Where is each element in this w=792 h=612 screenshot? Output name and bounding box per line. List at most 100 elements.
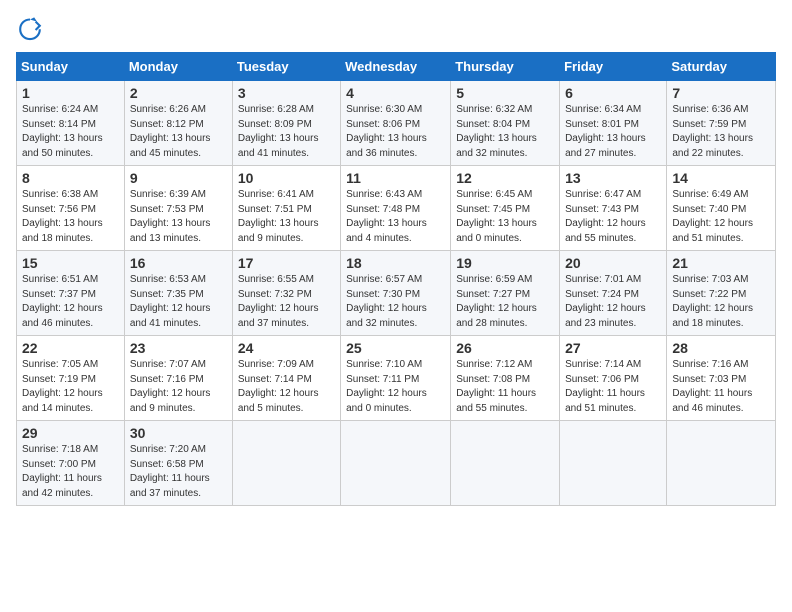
day-number: 23 [130,340,227,356]
day-number: 9 [130,170,227,186]
day-cell: 6 Sunrise: 6:34 AM Sunset: 8:01 PM Daylig… [560,81,667,166]
week-row-4: 22 Sunrise: 7:05 AM Sunset: 7:19 PM Dayli… [17,336,776,421]
day-cell [667,421,776,506]
day-info: Sunrise: 6:28 AM Sunset: 8:09 PM Dayligh… [238,103,335,161]
page-header [16,16,776,44]
day-cell: 25 Sunrise: 7:10 AM Sunset: 7:11 PM Dayli… [341,336,451,421]
day-cell: 30 Sunrise: 7:20 AM Sunset: 6:58 PM Dayli… [124,421,232,506]
day-info: Sunrise: 7:12 AM Sunset: 7:08 PM Dayligh… [456,358,554,416]
day-cell: 16 Sunrise: 6:53 AM Sunset: 7:35 PM Dayli… [124,251,232,336]
day-info: Sunrise: 6:47 AM Sunset: 7:43 PM Dayligh… [565,188,661,246]
week-row-3: 15 Sunrise: 6:51 AM Sunset: 7:37 PM Dayli… [17,251,776,336]
day-cell [232,421,340,506]
day-number: 5 [456,85,554,101]
day-number: 6 [565,85,661,101]
day-cell: 10 Sunrise: 6:41 AM Sunset: 7:51 PM Dayli… [232,166,340,251]
day-cell: 4Sunrise: 6:30 AM Sunset: 8:06 PM Daylig… [341,81,451,166]
header-cell-thursday: Thursday [451,53,560,81]
calendar-table: SundayMondayTuesdayWednesdayThursdayFrid… [16,52,776,506]
day-cell: 18 Sunrise: 6:57 AM Sunset: 7:30 PM Dayli… [341,251,451,336]
day-cell: 26 Sunrise: 7:12 AM Sunset: 7:08 PM Dayli… [451,336,560,421]
day-info: Sunrise: 7:03 AM Sunset: 7:22 PM Dayligh… [672,273,770,331]
day-info: Sunrise: 7:07 AM Sunset: 7:16 PM Dayligh… [130,358,227,416]
day-cell: 12 Sunrise: 6:45 AM Sunset: 7:45 PM Dayli… [451,166,560,251]
day-number: 24 [238,340,335,356]
header-cell-saturday: Saturday [667,53,776,81]
header-cell-monday: Monday [124,53,232,81]
day-cell: 21 Sunrise: 7:03 AM Sunset: 7:22 PM Dayli… [667,251,776,336]
day-number: 17 [238,255,335,271]
day-info: Sunrise: 7:10 AM Sunset: 7:11 PM Dayligh… [346,358,445,416]
day-info: Sunrise: 6:34 AM Sunset: 8:01 PM Dayligh… [565,103,661,161]
day-info: Sunrise: 6:55 AM Sunset: 7:32 PM Dayligh… [238,273,335,331]
day-number: 25 [346,340,445,356]
week-row-5: 29 Sunrise: 7:18 AM Sunset: 7:00 PM Dayli… [17,421,776,506]
day-info: Sunrise: 6:39 AM Sunset: 7:53 PM Dayligh… [130,188,227,246]
day-number: 30 [130,425,227,441]
day-number: 2 [130,85,227,101]
logo [16,16,48,44]
day-number: 16 [130,255,227,271]
day-cell [560,421,667,506]
day-cell: 3Sunrise: 6:28 AM Sunset: 8:09 PM Daylig… [232,81,340,166]
day-number: 10 [238,170,335,186]
day-info: Sunrise: 6:41 AM Sunset: 7:51 PM Dayligh… [238,188,335,246]
day-cell: 17 Sunrise: 6:55 AM Sunset: 7:32 PM Dayli… [232,251,340,336]
day-cell: 13 Sunrise: 6:47 AM Sunset: 7:43 PM Dayli… [560,166,667,251]
logo-icon [16,16,44,44]
day-info: Sunrise: 6:51 AM Sunset: 7:37 PM Dayligh… [22,273,119,331]
day-cell: 5Sunrise: 6:32 AM Sunset: 8:04 PM Daylig… [451,81,560,166]
day-cell: 8 Sunrise: 6:38 AM Sunset: 7:56 PM Daylig… [17,166,125,251]
day-info: Sunrise: 6:30 AM Sunset: 8:06 PM Dayligh… [346,103,445,161]
day-cell: 19Sunrise: 6:59 AM Sunset: 7:27 PM Dayli… [451,251,560,336]
day-number: 13 [565,170,661,186]
day-info: Sunrise: 7:01 AM Sunset: 7:24 PM Dayligh… [565,273,661,331]
day-cell: 23 Sunrise: 7:07 AM Sunset: 7:16 PM Dayli… [124,336,232,421]
header-cell-friday: Friday [560,53,667,81]
day-number: 20 [565,255,661,271]
day-number: 14 [672,170,770,186]
day-info: Sunrise: 7:09 AM Sunset: 7:14 PM Dayligh… [238,358,335,416]
day-info: Sunrise: 7:18 AM Sunset: 7:00 PM Dayligh… [22,443,119,501]
day-number: 1 [22,85,119,101]
day-number: 12 [456,170,554,186]
day-info: Sunrise: 7:05 AM Sunset: 7:19 PM Dayligh… [22,358,119,416]
week-row-2: 8 Sunrise: 6:38 AM Sunset: 7:56 PM Daylig… [17,166,776,251]
day-cell: 22 Sunrise: 7:05 AM Sunset: 7:19 PM Dayli… [17,336,125,421]
day-info: Sunrise: 6:38 AM Sunset: 7:56 PM Dayligh… [22,188,119,246]
day-number: 11 [346,170,445,186]
day-info: Sunrise: 7:16 AM Sunset: 7:03 PM Dayligh… [672,358,770,416]
day-number: 8 [22,170,119,186]
day-info: Sunrise: 6:45 AM Sunset: 7:45 PM Dayligh… [456,188,554,246]
day-cell: 20 Sunrise: 7:01 AM Sunset: 7:24 PM Dayli… [560,251,667,336]
day-info: Sunrise: 7:14 AM Sunset: 7:06 PM Dayligh… [565,358,661,416]
day-number: 19 [456,255,554,271]
day-number: 26 [456,340,554,356]
day-number: 18 [346,255,445,271]
day-info: Sunrise: 6:24 AM Sunset: 8:14 PM Dayligh… [22,103,119,161]
week-row-1: 1 Sunrise: 6:24 AM Sunset: 8:14 PM Daylig… [17,81,776,166]
day-cell: 7 Sunrise: 6:36 AM Sunset: 7:59 PM Daylig… [667,81,776,166]
day-cell: 9 Sunrise: 6:39 AM Sunset: 7:53 PM Daylig… [124,166,232,251]
day-cell: 24 Sunrise: 7:09 AM Sunset: 7:14 PM Dayli… [232,336,340,421]
day-cell: 14 Sunrise: 6:49 AM Sunset: 7:40 PM Dayli… [667,166,776,251]
day-number: 15 [22,255,119,271]
header-row: SundayMondayTuesdayWednesdayThursdayFrid… [17,53,776,81]
day-info: Sunrise: 6:26 AM Sunset: 8:12 PM Dayligh… [130,103,227,161]
day-number: 29 [22,425,119,441]
day-number: 7 [672,85,770,101]
day-info: Sunrise: 6:57 AM Sunset: 7:30 PM Dayligh… [346,273,445,331]
day-info: Sunrise: 6:53 AM Sunset: 7:35 PM Dayligh… [130,273,227,331]
day-number: 22 [22,340,119,356]
day-info: Sunrise: 6:49 AM Sunset: 7:40 PM Dayligh… [672,188,770,246]
day-cell: 28 Sunrise: 7:16 AM Sunset: 7:03 PM Dayli… [667,336,776,421]
day-info: Sunrise: 6:36 AM Sunset: 7:59 PM Dayligh… [672,103,770,161]
day-number: 28 [672,340,770,356]
day-info: Sunrise: 6:43 AM Sunset: 7:48 PM Dayligh… [346,188,445,246]
day-number: 21 [672,255,770,271]
day-cell: 29 Sunrise: 7:18 AM Sunset: 7:00 PM Dayli… [17,421,125,506]
day-cell: 2 Sunrise: 6:26 AM Sunset: 8:12 PM Daylig… [124,81,232,166]
day-info: Sunrise: 7:20 AM Sunset: 6:58 PM Dayligh… [130,443,227,501]
day-cell: 11 Sunrise: 6:43 AM Sunset: 7:48 PM Dayli… [341,166,451,251]
day-cell [341,421,451,506]
